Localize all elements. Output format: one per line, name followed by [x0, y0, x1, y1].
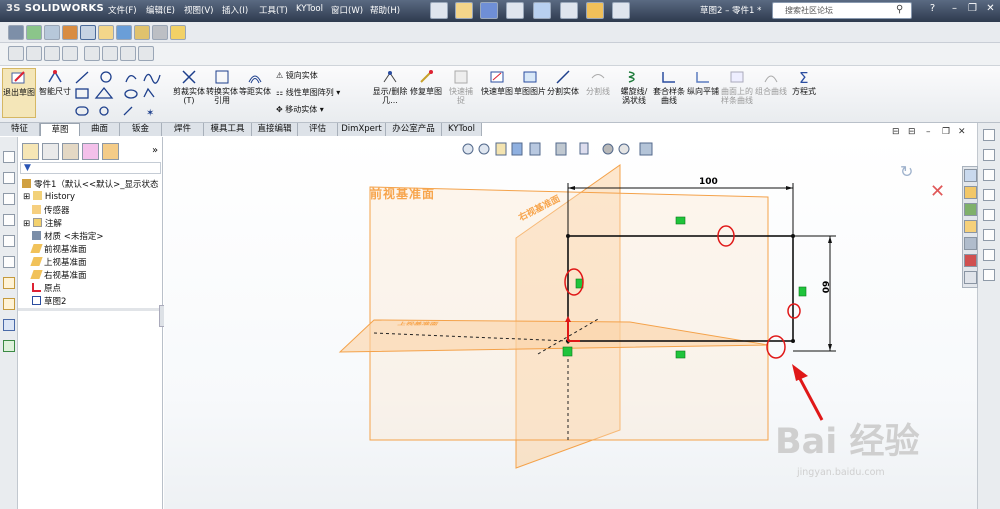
file-explorer-icon[interactable]	[964, 220, 977, 233]
tool-icon[interactable]	[983, 189, 995, 201]
watermark-url: jingyan.baidu.com	[797, 467, 885, 478]
annotation-arrowhead	[792, 364, 808, 381]
tool-icon[interactable]	[983, 169, 995, 181]
design-library-icon[interactable]	[964, 203, 977, 216]
tool-icon[interactable]	[983, 249, 995, 261]
front-plane	[369, 186, 769, 441]
home-icon[interactable]	[964, 186, 977, 199]
appearances-icon[interactable]	[964, 254, 977, 267]
task-pane-tabs	[962, 166, 978, 288]
dimension-height-label[interactable]: 60	[819, 281, 829, 294]
vertical-relation-icon	[798, 286, 807, 297]
right-toolbar	[977, 123, 1000, 509]
tool-icon[interactable]	[983, 209, 995, 221]
watermark: Bai 经验	[775, 422, 920, 462]
tool-icon[interactable]	[983, 229, 995, 241]
front-plane-label: 前视基准面	[370, 187, 436, 201]
tool-icon[interactable]	[983, 149, 995, 161]
annotation-circle	[766, 335, 786, 359]
tool-icon[interactable]	[983, 269, 995, 281]
sketch-point	[791, 339, 795, 343]
top-plane-label: 上视基准面	[396, 321, 440, 326]
horizontal-relation-icon	[675, 350, 686, 359]
resources-icon[interactable]	[964, 169, 977, 182]
horizontal-relation-icon	[675, 216, 686, 225]
tool-icon[interactable]	[983, 129, 995, 141]
annotation-circle	[787, 303, 801, 319]
custom-properties-icon[interactable]	[964, 271, 977, 284]
coincident-relation-icon	[562, 346, 573, 357]
search-icon[interactable]	[964, 237, 977, 250]
dimension-width-label[interactable]: 100	[699, 177, 718, 187]
